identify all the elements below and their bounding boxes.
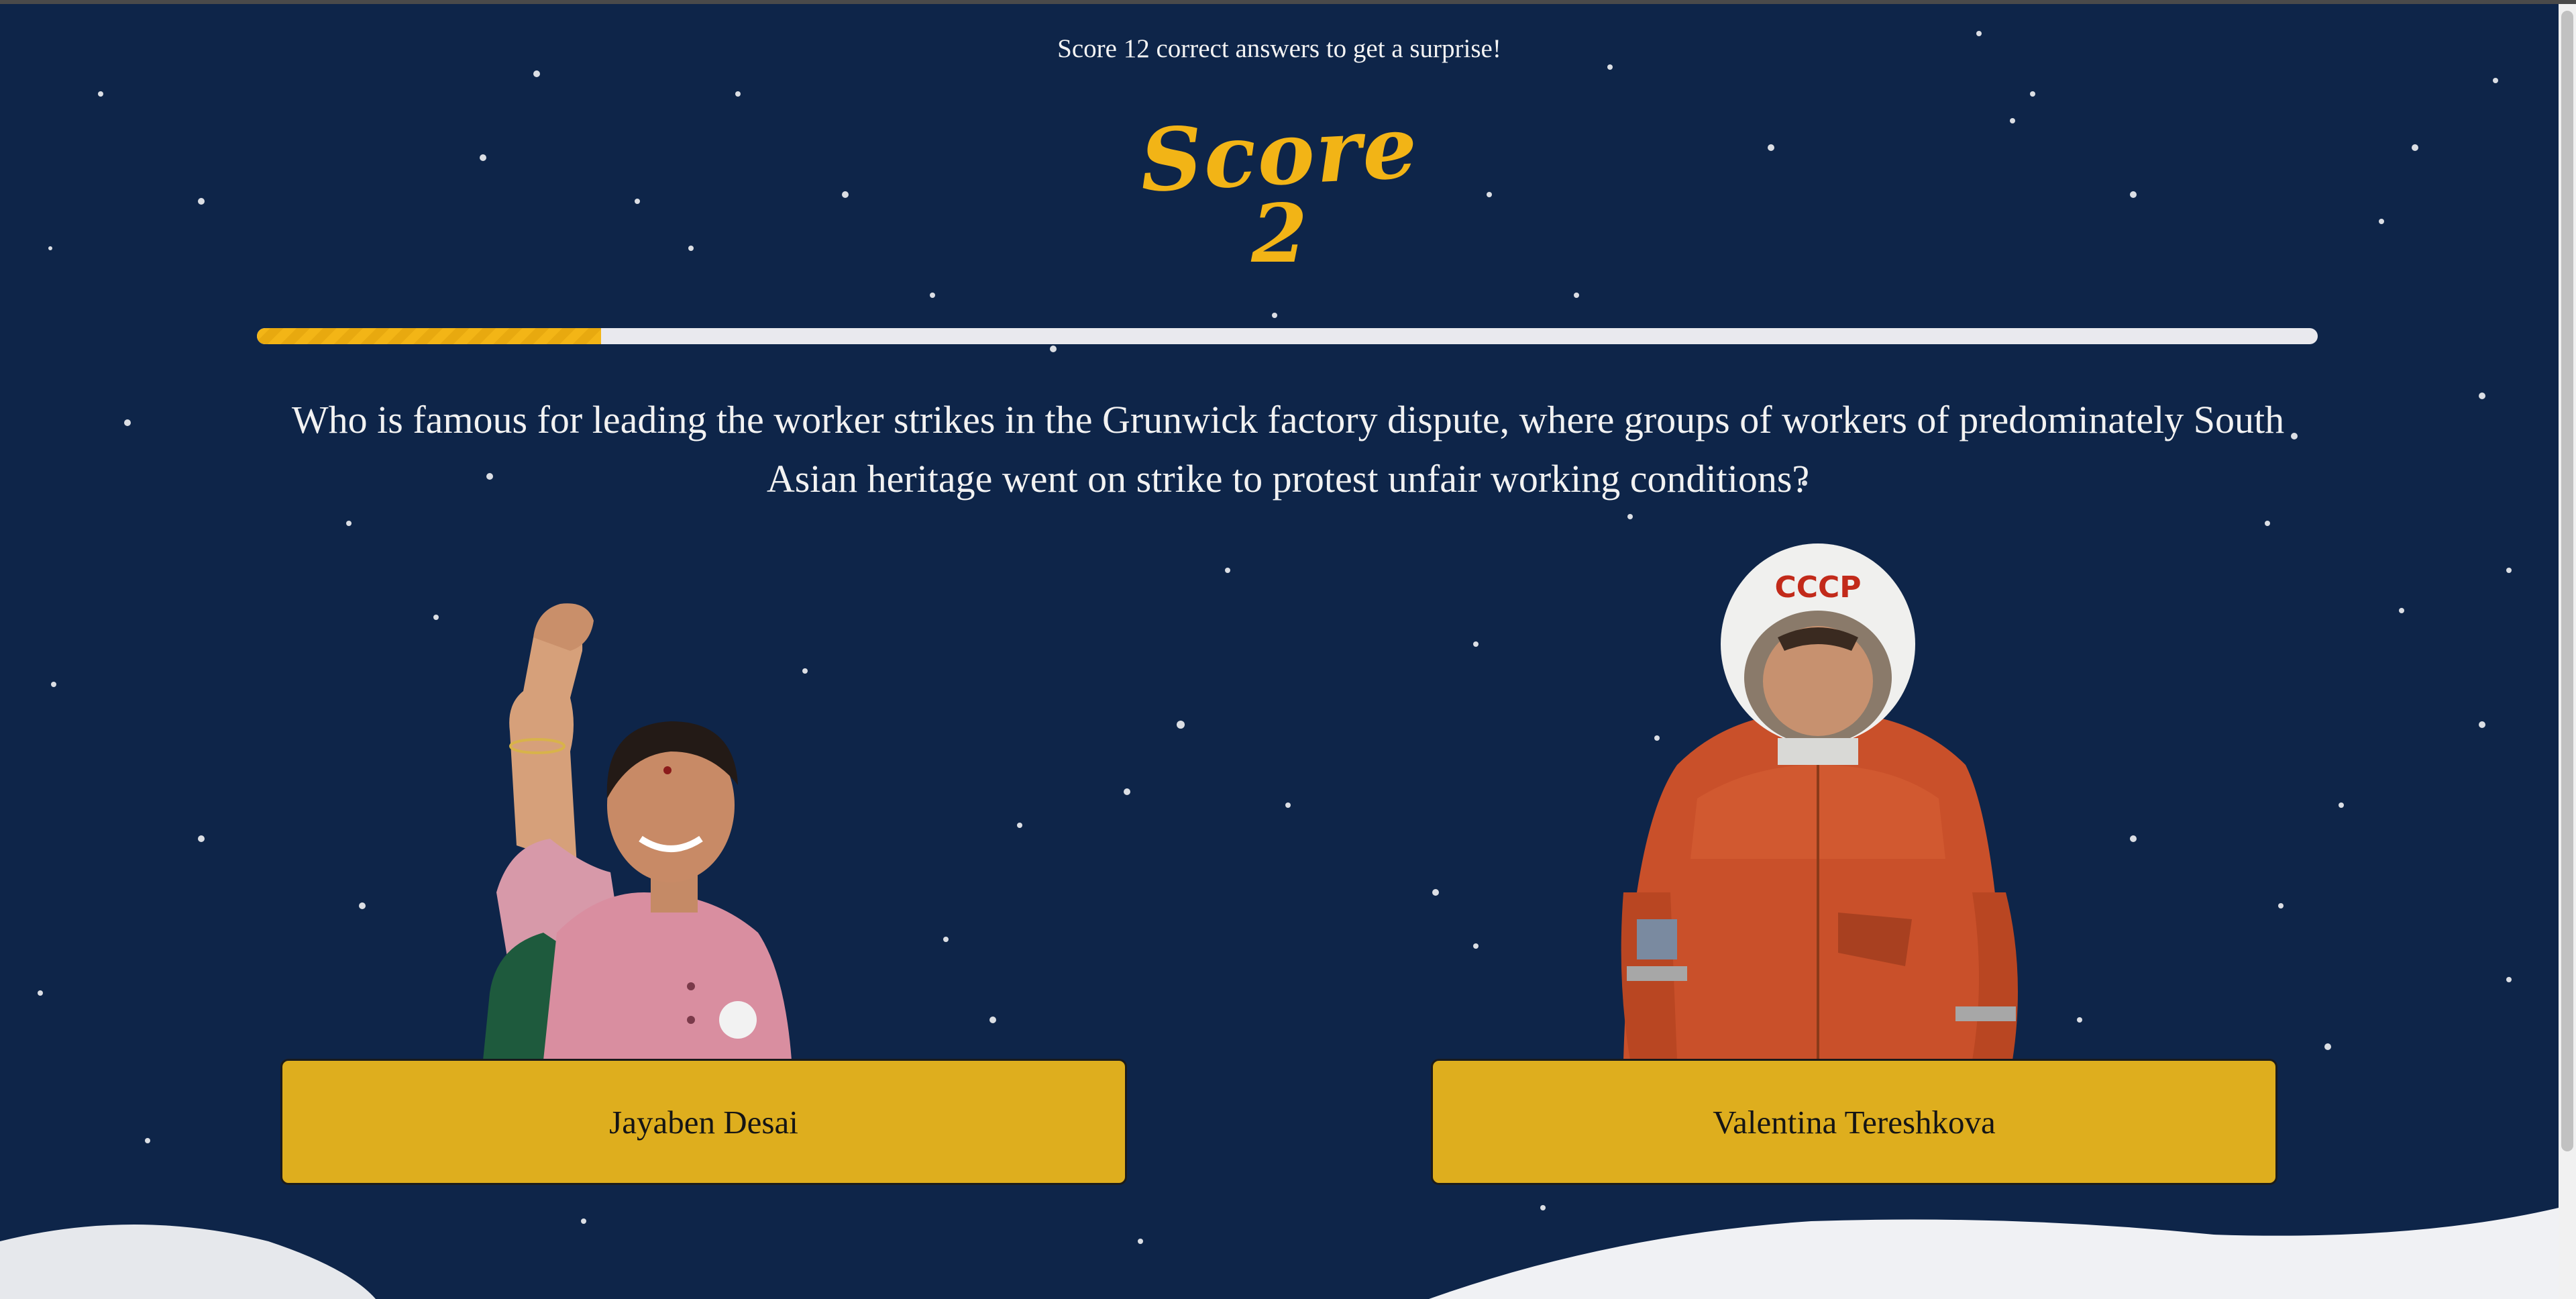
answer-image-left[interactable] <box>470 557 906 1060</box>
question-text: Who is famous for leading the worker str… <box>291 398 2285 501</box>
bottom-wave-decoration <box>0 1208 2559 1299</box>
scrollbar[interactable] <box>2559 4 2576 1299</box>
score-value: 2 <box>1251 187 1307 281</box>
progress-bar <box>257 328 2318 344</box>
answer-image-right[interactable]: CCCP <box>1597 543 2039 1060</box>
scrollbar-thumb[interactable] <box>2561 11 2573 1151</box>
helmet-lettering: CCCP <box>1774 570 1861 605</box>
answer-button-left[interactable]: Jayaben Desai <box>280 1059 1127 1185</box>
progress-fill <box>257 328 602 344</box>
answer-button-right[interactable]: Valentina Tereshkova <box>1431 1059 2277 1185</box>
